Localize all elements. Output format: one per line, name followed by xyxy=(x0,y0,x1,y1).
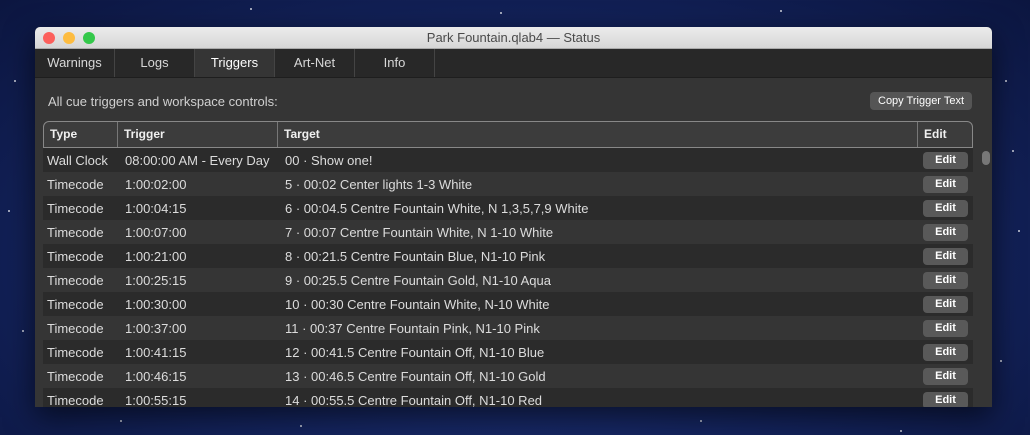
star xyxy=(250,8,252,10)
tab-info[interactable]: Info xyxy=(355,49,435,77)
tab-warnings[interactable]: Warnings xyxy=(35,49,115,77)
cell-target: 12 · 00:41.5 Centre Fountain Off, N1-10 … xyxy=(285,344,545,360)
tab-art-net[interactable]: Art-Net xyxy=(275,49,355,77)
cell-type: Timecode xyxy=(47,368,104,384)
tab-triggers[interactable]: Triggers xyxy=(195,49,275,77)
table-row[interactable]: Timecode 1:00:41:15 12 · 00:41.5 Centre Fo… xyxy=(43,340,973,364)
edit-button[interactable]: Edit xyxy=(923,223,968,241)
cell-type: Timecode xyxy=(47,272,104,288)
table-row[interactable]: Timecode 1:00:37:00 11 · 00:37 Centre Foun… xyxy=(43,316,973,340)
cell-type: Timecode xyxy=(47,296,104,312)
cell-trigger: 1:00:55:15 xyxy=(125,392,187,408)
cell-target: 13 · 00:46.5 Centre Fountain Off, N1-10 … xyxy=(285,368,546,384)
cell-type: Timecode xyxy=(47,320,104,336)
star xyxy=(500,12,502,14)
window-title: Park Fountain.qlab4 — Status xyxy=(426,30,601,45)
table-row[interactable]: Timecode 1:00:04:15 6 · 00:04.5 Centre Fou… xyxy=(43,196,973,220)
edit-button[interactable]: Edit xyxy=(923,151,968,169)
cell-type: Timecode xyxy=(47,176,104,192)
tab-logs[interactable]: Logs xyxy=(115,49,195,77)
zoom-button[interactable] xyxy=(83,32,95,44)
edit-button[interactable]: Edit xyxy=(923,343,968,361)
star xyxy=(1018,230,1020,232)
tab-bar: Warnings Logs Triggers Art-Net Info xyxy=(35,49,992,78)
star xyxy=(1000,360,1002,362)
edit-button[interactable]: Edit xyxy=(923,247,968,265)
cell-trigger: 08:00:00 AM - Every Day xyxy=(125,152,270,168)
cell-target: 6 · 00:04.5 Centre Fountain White, N 1,3… xyxy=(285,200,589,216)
cell-type: Timecode xyxy=(47,344,104,360)
star xyxy=(22,330,24,332)
star xyxy=(900,430,902,432)
edit-button[interactable]: Edit xyxy=(923,175,968,193)
star xyxy=(120,420,122,422)
cell-trigger: 1:00:37:00 xyxy=(125,320,187,336)
status-window: Park Fountain.qlab4 — Status Warnings Lo… xyxy=(35,27,992,407)
cell-type: Wall Clock xyxy=(47,152,108,168)
edit-button[interactable]: Edit xyxy=(923,295,968,313)
cell-trigger: 1:00:25:15 xyxy=(125,272,187,288)
cell-target: 11 · 00:37 Centre Fountain Pink, N1-10 P… xyxy=(285,320,540,336)
cell-target: 14 · 00:55.5 Centre Fountain Off, N1-10 … xyxy=(285,392,543,408)
title-bar: Park Fountain.qlab4 — Status xyxy=(35,27,992,49)
cell-type: Timecode xyxy=(47,200,104,216)
star xyxy=(8,210,10,212)
cell-trigger: 1:00:07:00 xyxy=(125,224,187,240)
column-header-edit[interactable]: Edit xyxy=(918,122,972,147)
cell-type: Timecode xyxy=(47,392,104,408)
edit-button[interactable]: Edit xyxy=(923,391,968,407)
table-row[interactable]: Timecode 1:00:30:00 10 · 00:30 Centre Foun… xyxy=(43,292,973,316)
star xyxy=(700,420,702,422)
star xyxy=(1005,80,1007,82)
table-row[interactable]: Timecode 1:00:25:15 9 · 00:25.5 Centre Fou… xyxy=(43,268,973,292)
minimize-button[interactable] xyxy=(63,32,75,44)
cell-target: 7 · 00:07 Centre Fountain White, N 1-10 … xyxy=(285,224,554,240)
cell-target: 9 · 00:25.5 Centre Fountain Gold, N1-10 … xyxy=(285,272,551,288)
cell-target: 8 · 00:21.5 Centre Fountain Blue, N1-10 … xyxy=(285,248,546,264)
cell-target: 10 · 00:30 Centre Fountain White, N-10 W… xyxy=(285,296,550,312)
cell-trigger: 1:00:41:15 xyxy=(125,344,187,360)
cell-trigger: 1:00:02:00 xyxy=(125,176,187,192)
column-header-trigger[interactable]: Trigger xyxy=(118,122,278,147)
column-header-type[interactable]: Type xyxy=(44,122,118,147)
table-row[interactable]: Timecode 1:00:02:00 5 · 00:02 Center light… xyxy=(43,172,973,196)
cell-trigger: 1:00:04:15 xyxy=(125,200,187,216)
star xyxy=(780,10,782,12)
table-row[interactable]: Timecode 1:00:55:15 14 · 00:55.5 Centre Fo… xyxy=(43,388,973,407)
cell-type: Timecode xyxy=(47,248,104,264)
cell-trigger: 1:00:46:15 xyxy=(125,368,187,384)
close-button[interactable] xyxy=(43,32,55,44)
edit-button[interactable]: Edit xyxy=(923,367,968,385)
trigger-table: Wall Clock 08:00:00 AM - Every Day 00 · Sh… xyxy=(43,148,973,407)
cell-target: 5 · 00:02 Center lights 1-3 White xyxy=(285,176,473,192)
table-row[interactable]: Timecode 1:00:07:00 7 · 00:07 Centre Fount… xyxy=(43,220,973,244)
edit-button[interactable]: Edit xyxy=(923,271,968,289)
star xyxy=(1012,150,1014,152)
table-row[interactable]: Wall Clock 08:00:00 AM - Every Day 00 · Sh… xyxy=(43,148,973,172)
edit-button[interactable]: Edit xyxy=(923,319,968,337)
table-row[interactable]: Timecode 1:00:21:00 8 · 00:21.5 Centre Fou… xyxy=(43,244,973,268)
cell-trigger: 1:00:21:00 xyxy=(125,248,187,264)
cell-type: Timecode xyxy=(47,224,104,240)
table-row[interactable]: Timecode 1:00:46:15 13 · 00:46.5 Centre Fo… xyxy=(43,364,973,388)
copy-trigger-text-button[interactable]: Copy Trigger Text xyxy=(870,92,973,110)
edit-button[interactable]: Edit xyxy=(923,199,968,217)
star xyxy=(14,80,16,82)
cell-trigger: 1:00:30:00 xyxy=(125,296,187,312)
table-header: Type Trigger Target Edit xyxy=(43,121,973,148)
star xyxy=(300,425,302,427)
scrollbar-thumb[interactable] xyxy=(982,151,990,165)
section-caption: All cue triggers and workspace controls: xyxy=(48,94,278,109)
column-header-target[interactable]: Target xyxy=(278,122,918,147)
cell-target: 00 · Show one! xyxy=(285,152,373,168)
